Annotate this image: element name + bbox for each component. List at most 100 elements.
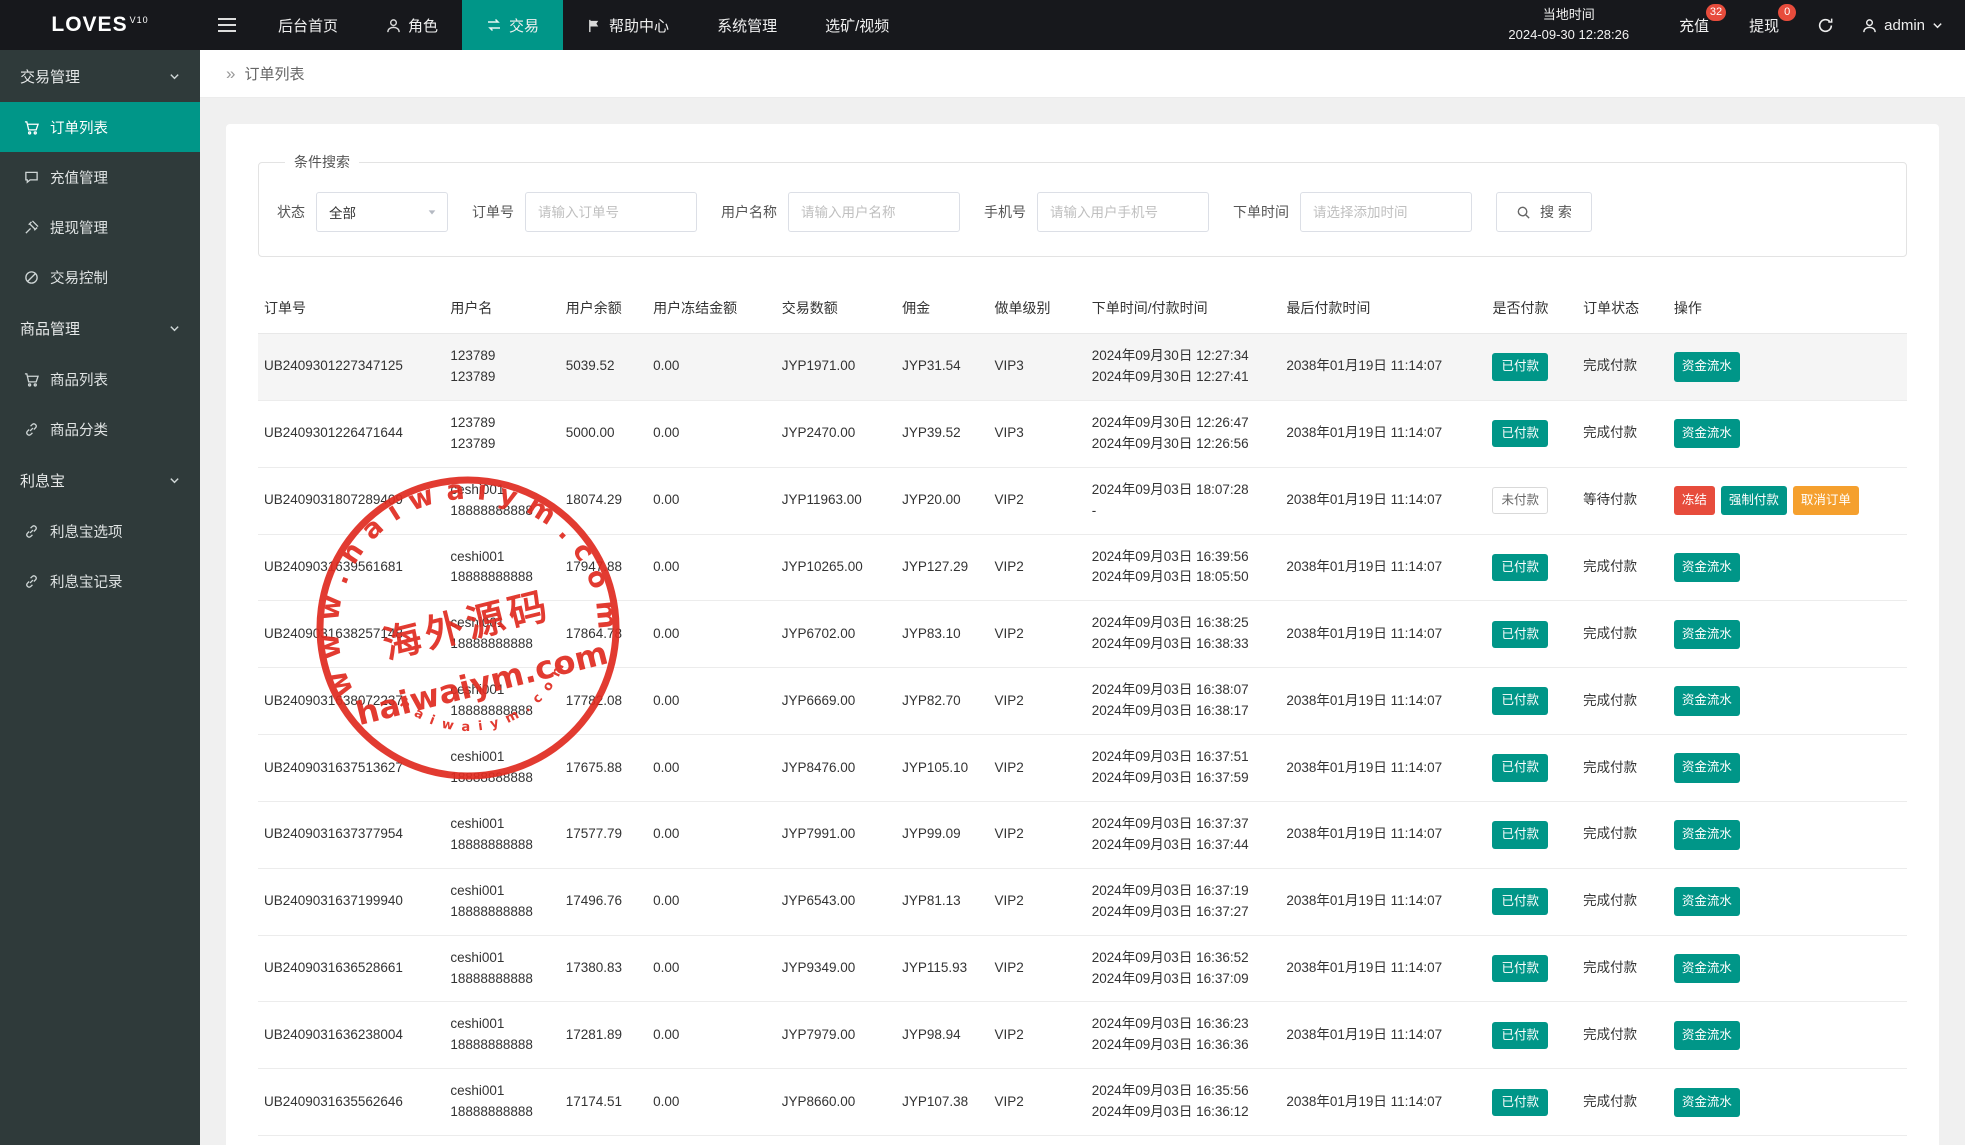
sidebar-item-lixibao-options[interactable]: 利息宝选项: [0, 506, 200, 556]
status-select[interactable]: 全部: [316, 192, 448, 232]
status-field: 状态 全部: [277, 192, 448, 232]
fund-flow-button[interactable]: 资金流水: [1674, 553, 1740, 582]
sidebar-item-lixibao-records[interactable]: 利息宝记录: [0, 556, 200, 606]
nav-item-dashboard[interactable]: 后台首页: [254, 0, 362, 50]
frozen-amount-cell: 0.00: [647, 1136, 776, 1145]
user-name-field: 用户名称: [721, 192, 960, 232]
sidebar-item-goods-category[interactable]: 商品分类: [0, 404, 200, 454]
user-balance-cell: 17496.76: [560, 868, 647, 935]
fund-flow-button[interactable]: 资金流水: [1674, 1088, 1740, 1117]
sidebar-item-goods-list[interactable]: 商品列表: [0, 354, 200, 404]
cart-icon: [24, 372, 39, 387]
commission-cell: JYP31.54: [896, 334, 988, 401]
frozen-amount-cell: 0.00: [647, 935, 776, 1002]
fund-flow-button[interactable]: 资金流水: [1674, 620, 1740, 649]
nav-item-system[interactable]: 系统管理: [693, 0, 801, 50]
withdraw-button[interactable]: 提现 0: [1749, 15, 1779, 36]
freeze-button[interactable]: 冻结: [1674, 486, 1715, 515]
actions-cell: 资金流水: [1668, 735, 1907, 802]
sidebar: 交易管理 订单列表 充值管理 提现管理 交易控制 商品管理 商品列表 商品分类 …: [0, 50, 200, 1145]
paid-status-cell: 已付款: [1486, 668, 1577, 735]
vip-level-cell: VIP2: [988, 801, 1085, 868]
table-row: UB2409031635329144ceshi00118888888888170…: [258, 1136, 1907, 1145]
commission-cell: JYP99.09: [896, 801, 988, 868]
fund-flow-button[interactable]: 资金流水: [1674, 1021, 1740, 1050]
nav-item-video[interactable]: 选矿/视频: [801, 0, 913, 50]
paid-status-cell: 已付款: [1486, 334, 1577, 401]
menu-toggle-button[interactable]: [200, 0, 254, 50]
user-balance-cell: 17577.79: [560, 801, 647, 868]
admin-menu[interactable]: admin: [1862, 17, 1943, 34]
vip-level-cell: VIP2: [988, 1002, 1085, 1069]
refresh-button[interactable]: [1817, 17, 1834, 34]
paid-status-badge: 未付款: [1492, 487, 1548, 514]
order-no-cell: UB2409031638072237: [258, 668, 444, 735]
user-balance-cell: 17281.89: [560, 1002, 647, 1069]
user-name-cell: ceshi00118888888888: [444, 1136, 559, 1145]
sidebar-group-goods[interactable]: 商品管理: [0, 302, 200, 354]
order-pay-time-cell: 2024年09月03日 18:07:28-: [1086, 467, 1281, 534]
order-time-input[interactable]: [1300, 192, 1472, 232]
sidebar-group-lixibao[interactable]: 利息宝: [0, 454, 200, 506]
order-pay-time-cell: 2024年09月03日 16:37:192024年09月03日 16:37:27: [1086, 868, 1281, 935]
fund-flow-button[interactable]: 资金流水: [1674, 820, 1740, 849]
order-no-cell: UB2409301226471644: [258, 400, 444, 467]
user-name-cell: ceshi00118888888888: [444, 1002, 559, 1069]
chevron-down-icon: [1932, 20, 1943, 31]
table-row: UB24093012273471251237891237895039.520.0…: [258, 334, 1907, 401]
sidebar-item-withdraw[interactable]: 提现管理: [0, 202, 200, 252]
nav-item-trade[interactable]: 交易: [462, 0, 563, 50]
last-pay-time-cell: 2038年01月19日 11:14:07: [1280, 1136, 1486, 1145]
trade-amount-cell: JYP6543.00: [776, 868, 896, 935]
order-status-cell: 完成付款: [1577, 868, 1668, 935]
paid-status-cell: 未付款: [1486, 467, 1577, 534]
order-status-cell: 完成付款: [1577, 735, 1668, 802]
fund-flow-button[interactable]: 资金流水: [1674, 352, 1740, 381]
nav-item-roles[interactable]: 角色: [362, 0, 462, 50]
force-pay-button[interactable]: 强制付款: [1721, 486, 1787, 515]
column-header: 交易数额: [776, 283, 896, 334]
fund-flow-button[interactable]: 资金流水: [1674, 686, 1740, 715]
sidebar-group-trade[interactable]: 交易管理: [0, 50, 200, 102]
phone-label: 手机号: [984, 202, 1026, 222]
fund-flow-button[interactable]: 资金流水: [1674, 753, 1740, 782]
commission-cell: JYP127.29: [896, 534, 988, 601]
recharge-label: 充值: [1679, 18, 1709, 35]
order-no-input[interactable]: [525, 192, 697, 232]
actions-cell: 资金流水: [1668, 1002, 1907, 1069]
search-button[interactable]: 搜 索: [1496, 192, 1592, 232]
order-no-label: 订单号: [472, 202, 514, 222]
cancel-order-button[interactable]: 取消订单: [1793, 486, 1859, 515]
last-pay-time-cell: 2038年01月19日 11:14:07: [1280, 1069, 1486, 1136]
table-row: UB2409031635562646ceshi00118888888888171…: [258, 1069, 1907, 1136]
column-header: 佣金: [896, 283, 988, 334]
sidebar-item-recharge[interactable]: 充值管理: [0, 152, 200, 202]
sidebar-item-order-list[interactable]: 订单列表: [0, 102, 200, 152]
fund-flow-button[interactable]: 资金流水: [1674, 954, 1740, 983]
user-name-cell: ceshi00118888888888: [444, 735, 559, 802]
nav-item-help-center[interactable]: 帮助中心: [563, 0, 693, 50]
user-name-input[interactable]: [788, 192, 960, 232]
nav-label: 帮助中心: [609, 15, 669, 36]
paid-status-badge: 已付款: [1492, 621, 1548, 648]
fund-flow-button[interactable]: 资金流水: [1674, 887, 1740, 916]
trade-amount-cell: JYP8476.00: [776, 735, 896, 802]
vip-level-cell: VIP2: [988, 601, 1085, 668]
search-button-label: 搜 索: [1540, 202, 1572, 222]
user-balance-cell: 17864.78: [560, 601, 647, 668]
chat-icon: [24, 170, 39, 185]
frozen-amount-cell: 0.00: [647, 668, 776, 735]
fund-flow-button[interactable]: 资金流水: [1674, 419, 1740, 448]
order-time-field: 下单时间: [1233, 192, 1472, 232]
breadcrumb: » 订单列表: [200, 50, 1965, 98]
user-name-cell: ceshi00118888888888: [444, 1069, 559, 1136]
last-pay-time-cell: 2038年01月19日 11:14:07: [1280, 935, 1486, 1002]
local-time: 当地时间 2024-09-30 12:28:26: [1508, 5, 1629, 45]
phone-input[interactable]: [1037, 192, 1209, 232]
sidebar-item-trade-control[interactable]: 交易控制: [0, 252, 200, 302]
caret-down-icon: [427, 207, 437, 217]
admin-name: admin: [1884, 17, 1925, 34]
recharge-button[interactable]: 充值 32: [1679, 15, 1709, 36]
link-icon: [24, 524, 39, 539]
frozen-amount-cell: 0.00: [647, 467, 776, 534]
